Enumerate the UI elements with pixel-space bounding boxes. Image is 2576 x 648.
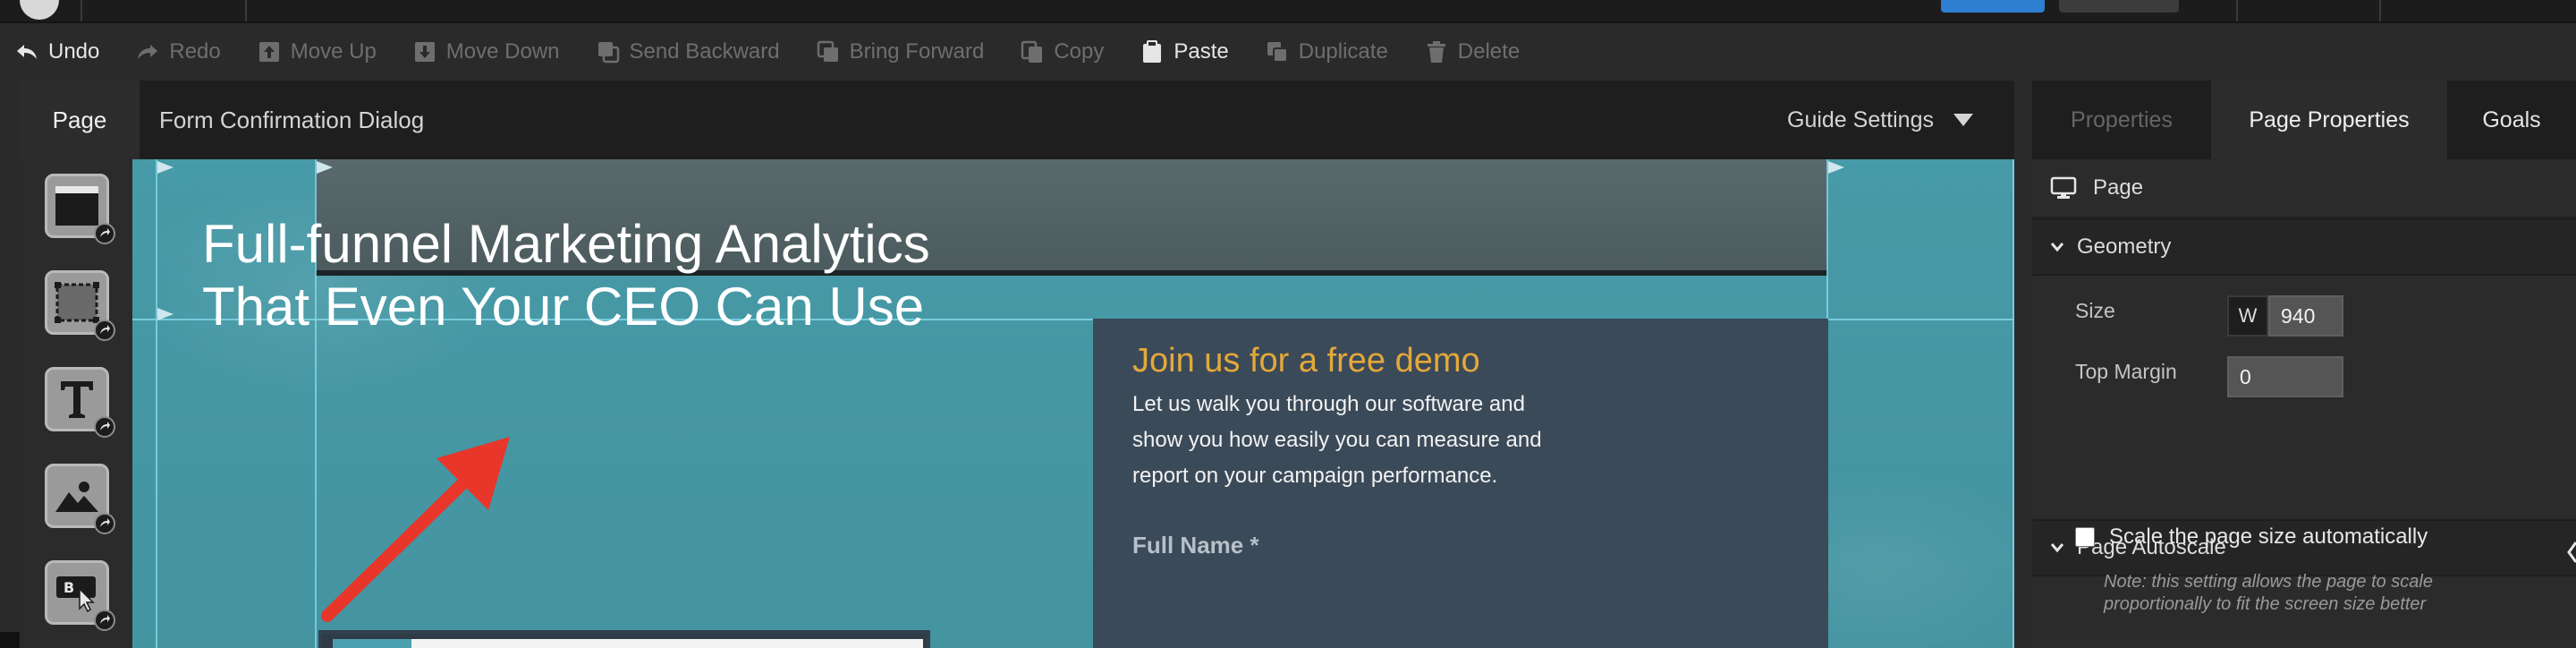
tab-properties[interactable]: Properties: [2032, 81, 2211, 159]
move-down-label: Move Down: [445, 39, 560, 64]
box-icon: [54, 279, 100, 326]
paste-icon: [1143, 40, 1162, 63]
redo-button[interactable]: Redo: [135, 23, 221, 81]
copy-icon: [1021, 40, 1043, 63]
image-content: [333, 639, 923, 648]
tab-goals[interactable]: Goals: [2447, 81, 2576, 159]
guide-settings-dropdown[interactable]: Guide Settings: [1787, 81, 1973, 159]
autoscale-checkbox-label: Scale the page size automatically: [2109, 524, 2428, 549]
trash-icon: [1427, 41, 1445, 63]
button-widget[interactable]: B: [45, 560, 115, 631]
desktop-icon: [2050, 176, 2077, 199]
undo-button[interactable]: Undo: [14, 23, 99, 81]
button-icon: B: [54, 569, 100, 616]
widget-palette: B: [20, 159, 132, 648]
bring-forward-icon: [817, 40, 838, 62]
move-up-icon: [258, 42, 279, 62]
page-tab[interactable]: Page: [20, 81, 140, 159]
properties-tabs: Properties Page Properties Goals: [2032, 81, 2576, 159]
autoscale-option[interactable]: Scale the page size automatically: [2075, 524, 2428, 550]
section-icon: [54, 183, 100, 229]
image-icon: [54, 473, 100, 519]
move-up-button[interactable]: Move Up: [257, 23, 377, 81]
chevron-down-icon: [2050, 243, 2064, 252]
delete-label: Delete: [1457, 39, 1521, 64]
geometry-title: Geometry: [2077, 234, 2172, 259]
drag-icon: [94, 416, 115, 438]
width-field: W: [2227, 295, 2343, 337]
paste-label: Paste: [1174, 39, 1229, 64]
width-input[interactable]: [2268, 295, 2343, 337]
page-row-label: Page: [2093, 175, 2144, 200]
text-widget[interactable]: [45, 367, 115, 438]
top-margin-input[interactable]: [2227, 356, 2343, 397]
editor-panel: Page Form Confirmation Dialog Guide Sett…: [20, 81, 2014, 648]
drag-icon: [94, 513, 115, 534]
form-title[interactable]: Join us for a free demo: [1132, 342, 1480, 380]
redo-label: Redo: [169, 39, 221, 64]
section-widget[interactable]: [45, 174, 115, 244]
size-label: Size: [2075, 299, 2115, 322]
box-widget[interactable]: [45, 270, 115, 341]
delete-button[interactable]: Delete: [1424, 23, 1520, 81]
top-margin-label: Top Margin: [2075, 360, 2177, 383]
editor-toolbar: Undo Redo Move Up Move Down Send Backwar…: [0, 23, 2576, 81]
redo-icon: [138, 45, 158, 59]
move-down-icon: [414, 42, 435, 62]
duplicate-icon: [1267, 42, 1288, 63]
duplicate-label: Duplicate: [1298, 39, 1388, 64]
autoscale-note: Note: this setting allows the page to sc…: [2104, 572, 2433, 614]
header-divider: [80, 0, 82, 21]
guide-settings-label: Guide Settings: [1787, 107, 1934, 132]
drag-icon: [94, 223, 115, 244]
bring-forward-button[interactable]: Bring Forward: [816, 23, 985, 81]
page-row: Page: [2032, 159, 2576, 218]
resize-cursor-icon: [2567, 541, 2576, 563]
hero-headline[interactable]: Full-funnel Marketing Analytics That Eve…: [202, 213, 936, 338]
image-widget[interactable]: [45, 464, 115, 534]
autoscale-checkbox[interactable]: [2075, 527, 2095, 547]
undo-icon: [17, 45, 37, 59]
publish-button[interactable]: [1941, 0, 2045, 13]
guide-line[interactable]: [156, 159, 157, 648]
width-prefix: W: [2227, 295, 2268, 337]
page-name: Form Confirmation Dialog: [159, 106, 425, 133]
drag-icon: [94, 610, 115, 631]
tab-page-properties[interactable]: Page Properties: [2211, 81, 2447, 159]
preview-button[interactable]: [2059, 0, 2179, 13]
caret-down-icon: [1953, 114, 1973, 126]
app-logo[interactable]: [20, 0, 59, 20]
full-name-label[interactable]: Full Name *: [1132, 532, 1259, 559]
bring-forward-label: Bring Forward: [849, 39, 985, 64]
send-backward-icon: [597, 42, 619, 64]
move-down-button[interactable]: Move Down: [412, 23, 560, 81]
header-divider: [2236, 0, 2238, 21]
svg-text:B: B: [64, 579, 74, 596]
annotation-arrow: [321, 437, 510, 622]
send-backward-button[interactable]: Send Backward: [596, 23, 780, 81]
paste-button[interactable]: Paste: [1140, 23, 1229, 81]
move-up-label: Move Up: [290, 39, 377, 64]
undo-label: Undo: [48, 39, 100, 64]
send-backward-label: Send Backward: [629, 39, 780, 64]
editor-header: Page Form Confirmation Dialog Guide Sett…: [20, 81, 2014, 159]
status-strip: [0, 632, 20, 648]
header-divider: [2379, 0, 2381, 21]
copy-button[interactable]: Copy: [1020, 23, 1104, 81]
duplicate-button[interactable]: Duplicate: [1265, 23, 1388, 81]
panel-divider: [2014, 81, 2032, 648]
text-icon: [54, 376, 100, 422]
header-divider: [245, 0, 247, 21]
copy-label: Copy: [1054, 39, 1105, 64]
app-header: [0, 0, 2576, 23]
image-placeholder[interactable]: [318, 630, 930, 648]
drag-icon: [94, 320, 115, 341]
geometry-section-header[interactable]: Geometry: [2032, 218, 2576, 276]
chevron-down-icon: [2050, 543, 2064, 553]
form-description[interactable]: Let us walk you through our software and…: [1132, 387, 1544, 494]
